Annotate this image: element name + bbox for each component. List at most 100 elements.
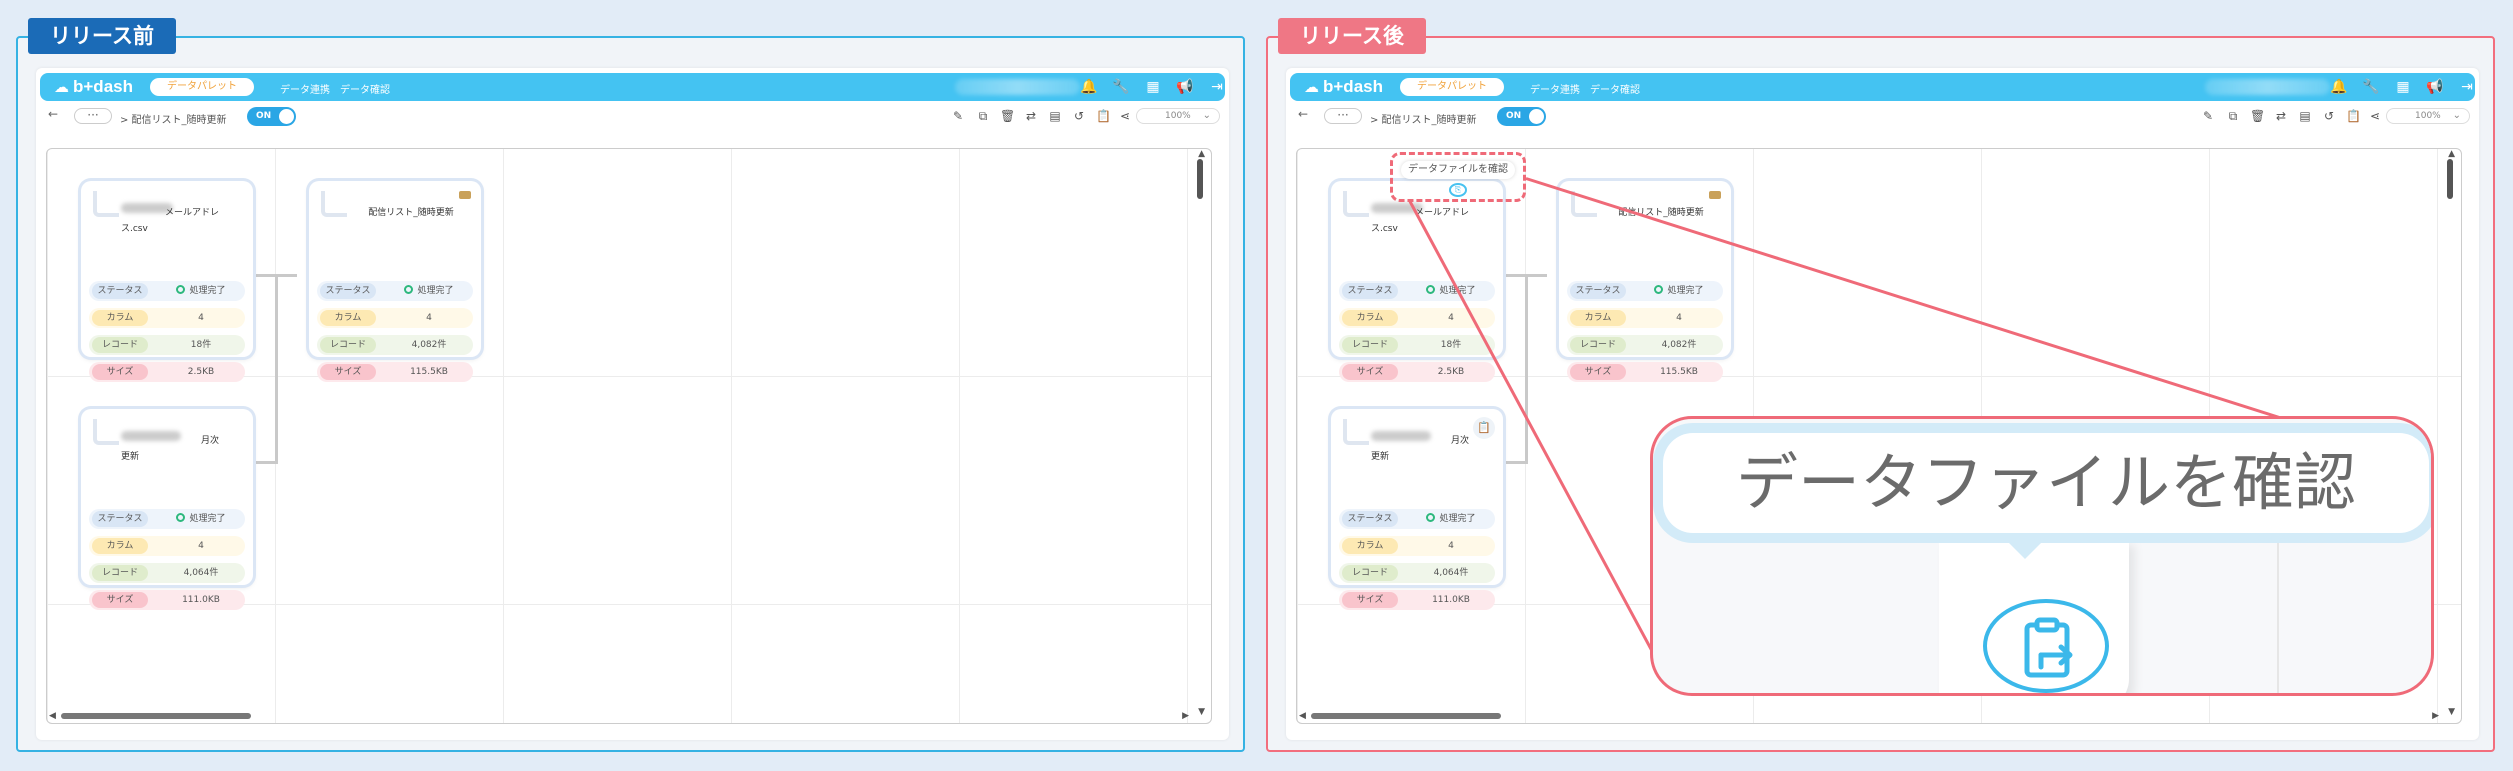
trash-icon[interactable]: 🗑 — [2250, 109, 2265, 123]
record-row: レコード 18件 — [89, 335, 245, 355]
file-card[interactable]: 配信リスト_随時更新 ステータス 処理完了 カラム 4 レコード 4,082件 サイズ… — [309, 181, 481, 382]
scroll-up-icon[interactable]: ▲ — [2448, 149, 2455, 159]
copy-icon[interactable]: ⧉ — [2226, 109, 2240, 123]
flow-canvas[interactable]: ▲ ▼ ◀ ▶ メールアドレ ス.csv ステータス処理完了 カラム4 レコード… — [46, 148, 1212, 724]
logo-text: b+dash — [73, 77, 133, 96]
horizontal-scrollbar[interactable] — [61, 713, 251, 719]
scroll-down-icon[interactable]: ▼ — [1198, 707, 1205, 717]
size-row: サイズ 115.5KB — [317, 362, 473, 382]
scroll-left-icon[interactable]: ◀ — [1299, 711, 1306, 721]
history-icon[interactable]: ↺ — [1072, 109, 1086, 123]
scroll-down-icon[interactable]: ▼ — [2448, 707, 2455, 717]
grid-icon[interactable]: ▦ — [2394, 78, 2412, 96]
column-row: カラム 4 — [89, 308, 245, 328]
zoom-select[interactable]: 100% ⌄ — [2386, 108, 2470, 124]
copy-icon[interactable]: ⧉ — [976, 109, 990, 123]
status-row: ステータス 処理完了 — [1567, 281, 1723, 301]
status-value: 処理完了 — [1667, 286, 1704, 296]
record-key: レコード — [320, 337, 376, 353]
more-button[interactable]: ··· — [1324, 108, 1362, 124]
file-icon — [1343, 191, 1369, 217]
record-value: 4,082件 — [1661, 340, 1697, 350]
swap-icon[interactable]: ⇄ — [1024, 109, 1038, 123]
record-row: レコード 4,082件 — [317, 335, 473, 355]
history-icon[interactable]: ↺ — [2322, 109, 2336, 123]
bell-icon[interactable]: 🔔 — [1080, 78, 1098, 96]
share-icon[interactable]: ⋖ — [2368, 109, 2382, 123]
size-key: サイズ — [1342, 592, 1398, 608]
column-key: カラム — [1342, 538, 1398, 554]
trash-icon[interactable]: 🗑 — [1000, 109, 1015, 123]
navbar: ☁ b+dash データパレット データ連携 データ確認 🔔 🔧 ▦ 📢 ⇥ — [1290, 73, 2475, 101]
status-value: 処理完了 — [189, 286, 226, 296]
back-button[interactable]: ← — [48, 107, 58, 121]
status-ok-icon — [176, 513, 186, 522]
edit-icon[interactable]: ✎ — [951, 109, 965, 123]
scroll-right-icon[interactable]: ▶ — [1182, 711, 1189, 721]
nav-data-link[interactable]: データ連携 — [1530, 81, 1580, 96]
column-row: カラム 4 — [1339, 536, 1495, 556]
share-icon[interactable]: ⋖ — [1118, 109, 1132, 123]
on-toggle[interactable]: ON — [1497, 107, 1546, 126]
clipboard-icon[interactable]: 📋 — [2346, 109, 2361, 123]
megaphone-icon[interactable]: 📢 — [2426, 78, 2444, 96]
size-row: サイズ 111.0KB — [1339, 590, 1495, 610]
toolbar: ← ··· > 配信リスト_随時更新 ON ✎ ⧉ 🗑 ⇄ ▤ ↺ 📋 ⋖ 10… — [36, 102, 1229, 132]
back-button[interactable]: ← — [1298, 107, 1308, 121]
nav-data-check[interactable]: データ確認 — [340, 81, 390, 96]
record-row: レコード 4,064件 — [89, 563, 245, 583]
wrench-icon[interactable]: 🔧 — [2362, 78, 2380, 96]
megaphone-icon[interactable]: 📢 — [1176, 78, 1194, 96]
scroll-right-icon[interactable]: ▶ — [2432, 711, 2439, 721]
horizontal-scrollbar[interactable] — [1311, 713, 1501, 719]
nav-data-palette[interactable]: データパレット — [150, 78, 254, 96]
logout-icon[interactable]: ⇥ — [1208, 78, 1226, 96]
connector — [253, 274, 277, 277]
scroll-up-icon[interactable]: ▲ — [1198, 149, 1205, 159]
status-key: ステータス — [1570, 283, 1626, 299]
size-value: 2.5KB — [187, 367, 215, 377]
record-key: レコード — [1342, 565, 1398, 581]
after-label: リリース後 — [1278, 18, 1426, 54]
nav-data-link[interactable]: データ連携 — [280, 81, 330, 96]
vertical-scrollbar[interactable] — [2447, 159, 2453, 199]
column-value: 4 — [426, 313, 432, 323]
file-card[interactable]: 月次 更新 ステータス 処理完了 カラム 4 レコード 4,064件 サイズ 111.0… — [81, 409, 253, 610]
size-value: 111.0KB — [182, 595, 220, 605]
more-button[interactable]: ··· — [74, 108, 112, 124]
swap-icon[interactable]: ⇄ — [2274, 109, 2288, 123]
clipboard-export-icon[interactable]: ⎘ — [1449, 183, 1467, 197]
status-key: ステータス — [1342, 283, 1398, 299]
table-icon[interactable]: ▤ — [2298, 109, 2312, 123]
tooltip-bubble-large: データファイルを確認 — [1663, 433, 2429, 533]
wrench-icon[interactable]: 🔧 — [1112, 78, 1130, 96]
logout-icon[interactable]: ⇥ — [2458, 78, 2476, 96]
nav-data-check[interactable]: データ確認 — [1590, 81, 1640, 96]
logo[interactable]: ☁ b+dash — [1304, 75, 1383, 99]
grid-icon[interactable]: ▦ — [1144, 78, 1162, 96]
file-card[interactable]: メールアドレ ス.csv ステータス 処理完了 カラム 4 レコード 18件 サイズ 2… — [81, 181, 253, 382]
clipboard-icon[interactable]: 📋 — [1096, 109, 1111, 123]
bell-icon[interactable]: 🔔 — [2330, 78, 2348, 96]
clipboard-export-icon[interactable]: 📋 — [1473, 417, 1495, 439]
logo-text: b+dash — [1323, 77, 1383, 96]
column-row: カラム 4 — [1567, 308, 1723, 328]
tooltip-notch — [2003, 537, 2047, 559]
size-key: サイズ — [1342, 364, 1398, 380]
on-toggle[interactable]: ON — [247, 107, 296, 126]
vertical-scrollbar[interactable] — [1197, 159, 1203, 199]
logo[interactable]: ☁ b+dash — [54, 75, 133, 99]
card-title: メールアドレ — [1415, 208, 1470, 218]
column-value: 4 — [198, 541, 204, 551]
nav-data-palette[interactable]: データパレット — [1400, 78, 1504, 96]
file-card[interactable]: 月次 更新 📋 ステータス 処理完了 カラム 4 レコード 4,064件 サイズ 111… — [1331, 409, 1503, 610]
clipboard-export-icon[interactable] — [1983, 599, 2109, 693]
edit-icon[interactable]: ✎ — [2201, 109, 2215, 123]
scroll-left-icon[interactable]: ◀ — [49, 711, 56, 721]
blurred-filename — [1371, 431, 1431, 441]
file-icon — [321, 191, 347, 217]
table-icon[interactable]: ▤ — [1048, 109, 1062, 123]
before-label: リリース前 — [28, 18, 176, 54]
file-card[interactable]: 配信リスト_随時更新 ステータス 処理完了 カラム 4 レコード 4,082件 サイズ… — [1559, 181, 1731, 382]
zoom-select[interactable]: 100% ⌄ — [1136, 108, 1220, 124]
